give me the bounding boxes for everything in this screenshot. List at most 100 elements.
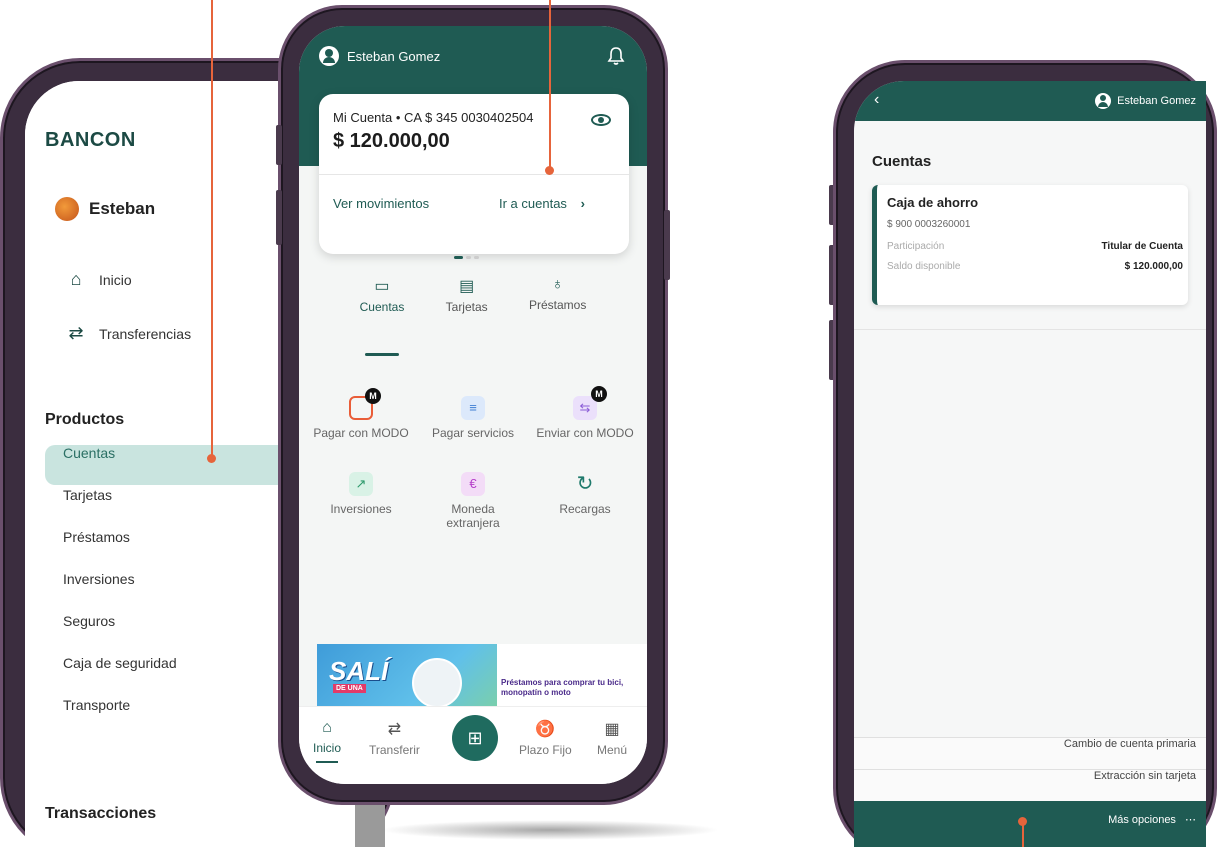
drawer-nav-inicio[interactable]: ⌂ Inicio <box>65 269 132 290</box>
available-row: Saldo disponible $ 120.000,00 <box>887 261 1183 272</box>
carousel-dot[interactable] <box>454 256 463 259</box>
divider <box>319 174 629 175</box>
participation-value: Titular de Cuenta <box>1101 241 1184 252</box>
currency-exchange-icon: € <box>461 472 485 496</box>
quick-enviar-modo[interactable]: ⇆ M Enviar con MODO <box>535 386 635 440</box>
product-tabs: ▭ Cuentas ▤ Tarjetas ♁ Préstamos <box>299 276 647 356</box>
tab-tarjetas[interactable]: ▤ Tarjetas <box>446 276 488 346</box>
quick-label: Recargas <box>559 502 611 516</box>
chevron-right-icon: › <box>580 196 585 211</box>
account-number: $ 900 0003260001 <box>887 219 971 230</box>
available-label: Saldo disponible <box>887 261 961 272</box>
quick-inversiones[interactable]: ↗ Inversiones <box>311 472 411 516</box>
carousel-dot[interactable] <box>466 256 471 259</box>
nav-transferir[interactable]: ⇄ Transferir <box>369 719 420 757</box>
account-card[interactable]: Caja de ahorro $ 900 0003260001 Particip… <box>872 185 1188 305</box>
back-icon[interactable]: ‹ <box>874 91 879 109</box>
carousel-dots <box>454 256 479 259</box>
cuentas-user[interactable]: Esteban Gomez <box>1095 93 1196 109</box>
ir-a-cuentas-label: Ir a cuentas <box>499 196 567 211</box>
user-icon <box>319 46 339 66</box>
nav-label: Inicio <box>313 741 342 755</box>
ir-a-cuentas-link[interactable]: Ir a cuentas › <box>499 196 585 211</box>
grid-icon: ▦ <box>604 721 620 738</box>
account-card: Mi Cuenta • CA $ 345 0030402504 $ 120.00… <box>319 94 629 254</box>
receipt-icon: ≡ <box>461 396 485 420</box>
quick-pagar-modo[interactable]: M Pagar con MODO <box>311 388 411 440</box>
phone-home: Esteban Gomez Mi Cuenta • CA $ 345 00304… <box>278 5 668 805</box>
refresh-icon: ↻ <box>576 473 594 495</box>
option-extraccion-sin-tarjeta[interactable]: Extracción sin tarjeta <box>854 769 1206 801</box>
banner-text: Préstamos para comprar tu bici, monopatí… <box>501 678 624 697</box>
cuentas-username: Esteban Gomez <box>1117 95 1196 107</box>
quick-moneda-extranjera[interactable]: € Moneda extranjera <box>423 472 523 530</box>
phone-side-button <box>276 190 282 245</box>
user-icon <box>1095 93 1112 109</box>
home-screen: Esteban Gomez Mi Cuenta • CA $ 345 00304… <box>299 26 647 784</box>
mascot-image <box>412 658 462 708</box>
home-username: Esteban Gomez <box>347 48 441 64</box>
bell-icon[interactable] <box>607 46 625 66</box>
phone-side-button <box>276 125 282 165</box>
showcase-stage: BANCON Esteban ⌂ Inicio ⇄ Transferencias… <box>0 0 1217 847</box>
wallet-icon: ▭ <box>374 278 390 295</box>
transactions-title: Transacciones <box>45 805 157 822</box>
banner-subtitle: DE UNA <box>333 684 366 693</box>
quick-label: Moneda extranjera <box>446 502 500 530</box>
page-title: Cuentas <box>872 153 932 170</box>
option-cambio-cuenta[interactable]: Cambio de cuenta primaria <box>854 737 1206 769</box>
quick-recargas[interactable]: ↻ Recargas <box>535 472 635 516</box>
transfer-icon: ⇄ <box>68 323 84 343</box>
quick-label: Pagar servicios <box>431 426 515 440</box>
phone-side-button <box>664 210 670 280</box>
floor-shadow <box>380 820 720 840</box>
drawer-nav-transferencias[interactable]: ⇄ Transferencias <box>65 323 191 344</box>
ver-movimientos-link[interactable]: Ver movimientos <box>333 196 429 211</box>
bottom-nav: ⌂ Inicio ⇄ Transferir ⊞ ♉ Plazo Fijo ▦ M… <box>299 706 647 784</box>
tab-label: Tarjetas <box>445 300 488 314</box>
tab-label: Préstamos <box>528 298 587 312</box>
nav-label: Transferir <box>369 743 420 757</box>
card-icon: ▤ <box>459 278 475 295</box>
quick-label: Pagar con MODO <box>313 426 409 440</box>
more-icon: ⋯ <box>1185 814 1196 826</box>
banner-title: SALÍ <box>329 656 389 686</box>
nav-plazo-fijo[interactable]: ♉ Plazo Fijo <box>519 719 572 757</box>
tab-prestamos[interactable]: ♁ Préstamos <box>529 276 586 346</box>
send-money-icon: ⇆ M <box>573 386 607 420</box>
home-user[interactable]: Esteban Gomez <box>319 46 440 66</box>
quick-label: Inversiones <box>330 502 392 516</box>
account-name: Caja de ahorro <box>887 195 979 210</box>
participation-label: Participación <box>887 241 945 252</box>
callout-dot <box>545 166 554 175</box>
quick-label: Enviar con MODO <box>536 426 634 440</box>
drawer-user[interactable]: Esteban <box>55 197 155 221</box>
cuentas-header: ‹ Esteban Gomez <box>854 81 1206 121</box>
money-bag-icon: ♁ <box>551 276 564 293</box>
more-options-bar[interactable]: Más opciones ⋯ <box>854 801 1206 847</box>
callout-dot <box>207 454 216 463</box>
account-line: Mi Cuenta • CA $ 345 0030402504 <box>333 110 534 125</box>
account-balance: $ 120.000,00 <box>333 130 450 152</box>
carousel-dot[interactable] <box>474 256 479 259</box>
avatar <box>55 197 79 221</box>
divider <box>854 329 1206 330</box>
modo-badge: M <box>591 386 607 402</box>
nav-menu[interactable]: ▦ Menú <box>597 719 627 757</box>
quick-pagar-servicios[interactable]: ≡ Pagar servicios <box>423 396 523 440</box>
callout-line <box>549 0 551 170</box>
tab-cuentas[interactable]: ▭ Cuentas <box>359 276 405 356</box>
transfer-icon: ⇄ <box>387 721 402 738</box>
eye-icon[interactable] <box>591 114 611 126</box>
more-options-label: Más opciones <box>1108 814 1176 826</box>
nav-label: Plazo Fijo <box>519 743 572 757</box>
bank-logo: BANCON <box>45 129 136 151</box>
home-icon: ⌂ <box>70 269 82 289</box>
qr-scan-button[interactable]: ⊞ <box>452 715 498 761</box>
nav-inicio[interactable]: ⌂ Inicio <box>313 719 341 763</box>
nav-label: Menú <box>597 743 628 757</box>
drawer-nav-label: Transferencias <box>99 325 192 342</box>
tab-label: Cuentas <box>359 300 405 314</box>
callout-dot <box>1018 817 1027 826</box>
cuentas-screen: ‹ Esteban Gomez Cuentas Caja de ahorro $… <box>854 81 1206 847</box>
